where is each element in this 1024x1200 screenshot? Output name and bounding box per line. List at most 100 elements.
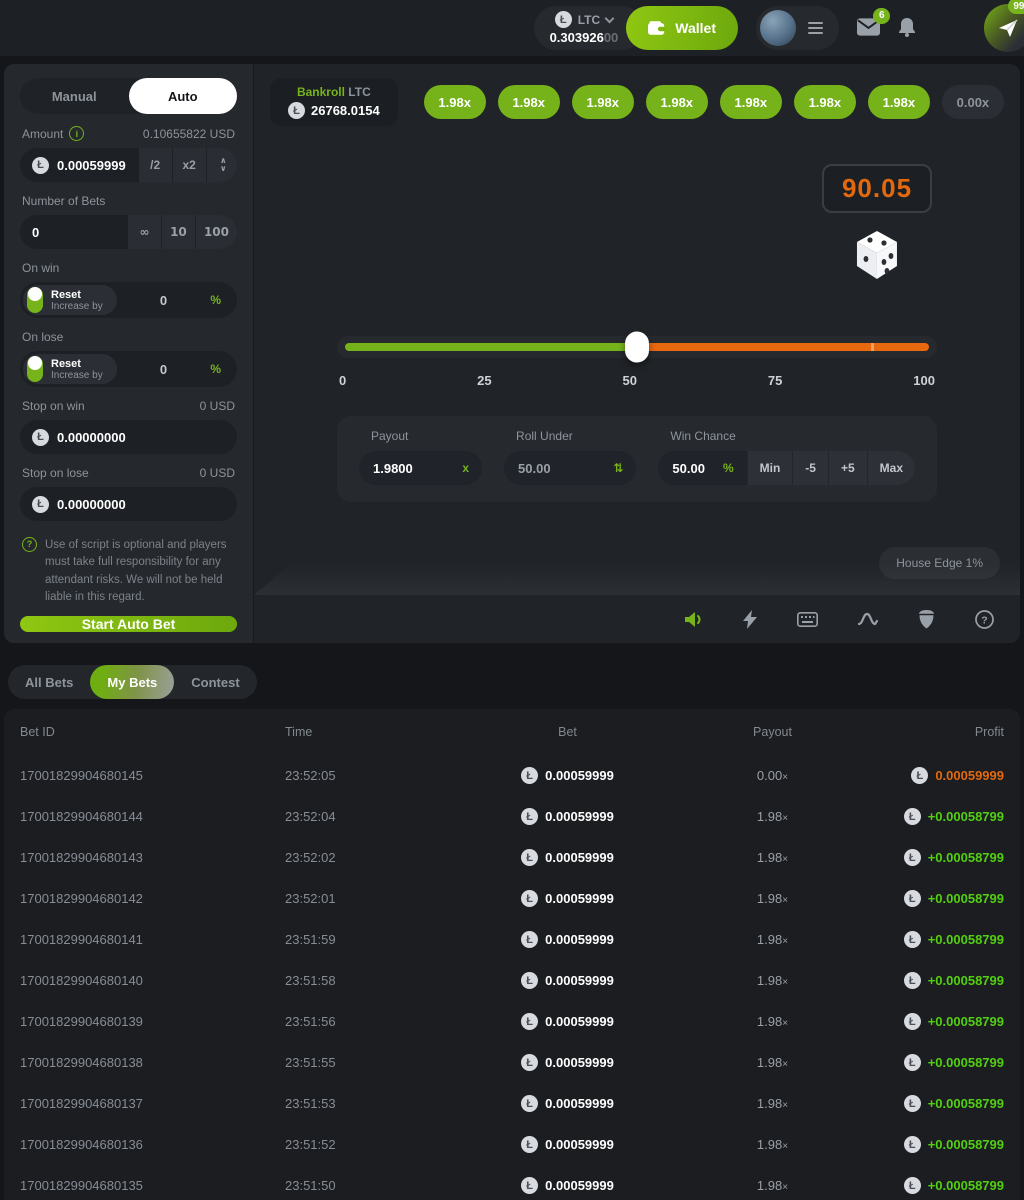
chat-button[interactable]: 99 <box>984 4 1024 52</box>
swap-icon[interactable]: ⇅ <box>609 451 636 485</box>
balance-amount: 0.30392600 <box>550 30 619 45</box>
lightning-icon <box>743 610 757 629</box>
bet-profit-value: +0.00058799 <box>928 1014 1004 1029</box>
tab-auto[interactable]: Auto <box>129 78 238 114</box>
ltc-coin-icon: Ł <box>904 1177 921 1194</box>
slider-tick-label: 50 <box>623 373 637 388</box>
half-amount-button[interactable]: /2 <box>138 148 172 182</box>
notifications-button[interactable] <box>898 17 916 40</box>
toggle-icon[interactable] <box>27 287 43 313</box>
wallet-button[interactable]: Wallet <box>626 6 738 50</box>
bet-amount: Ł0.00059999 <box>460 1095 675 1112</box>
mode-tabs: Manual Auto <box>20 78 237 114</box>
on-lose-label: On lose <box>22 330 63 344</box>
bet-id: 17001829904680144 <box>20 809 285 824</box>
double-amount-button[interactable]: x2 <box>172 148 206 182</box>
amount-input[interactable]: Ł 0.00059999 <box>20 148 138 182</box>
bet-preset-button[interactable]: 10 <box>161 215 195 249</box>
ltc-coin-icon: Ł <box>904 931 921 948</box>
bet-id: 17001829904680137 <box>20 1096 285 1111</box>
table-row[interactable]: 1700182990468014323:52:02Ł0.000599991.98… <box>4 837 1020 878</box>
win-chance-quick-button[interactable]: -5 <box>792 451 828 485</box>
hotkeys-button[interactable] <box>797 612 818 627</box>
on-lose-value[interactable]: 0 <box>117 362 211 377</box>
win-chance-quick-button[interactable]: Min <box>747 451 793 485</box>
dice-game-area: Bankroll LTC Ł 26768.0154 1.98x1.98x1.98… <box>254 64 1020 643</box>
chat-badge: 99 <box>1008 0 1024 14</box>
table-row[interactable]: 1700182990468013623:51:52Ł0.000599991.98… <box>4 1124 1020 1165</box>
tab-all-bets[interactable]: All Bets <box>8 665 90 699</box>
bet-profit: Ł0.00059999 <box>870 767 1004 784</box>
increase-by-label: Increase by <box>51 370 103 381</box>
bet-payout: 1.98× <box>675 1178 870 1193</box>
multiplier-symbol: × <box>782 854 788 865</box>
bet-profit-value: +0.00058799 <box>928 932 1004 947</box>
ltc-coin-icon: Ł <box>521 972 538 989</box>
tab-contest[interactable]: Contest <box>174 665 256 699</box>
bet-amount-value: 0.00059999 <box>545 1137 614 1152</box>
bet-id: 17001829904680141 <box>20 932 285 947</box>
info-icon[interactable]: i <box>69 126 84 141</box>
tab-manual[interactable]: Manual <box>20 78 129 114</box>
table-row[interactable]: 1700182990468014223:52:01Ł0.000599991.98… <box>4 878 1020 919</box>
multiplier-symbol: × <box>782 1100 788 1111</box>
tab-my-bets[interactable]: My Bets <box>90 665 174 699</box>
number-of-bets-input[interactable]: 0 <box>20 215 127 249</box>
win-chance-label: Win Chance <box>670 429 915 443</box>
stop-on-win-input[interactable]: Ł 0.00000000 <box>20 420 237 454</box>
slider-tick-label: 25 <box>477 373 491 388</box>
bet-preset-button[interactable]: ∞ <box>127 215 161 249</box>
win-chance-quick-button[interactable]: +5 <box>828 451 867 485</box>
slider-handle[interactable] <box>625 332 649 363</box>
turbo-button[interactable] <box>743 610 757 629</box>
table-row[interactable]: 1700182990468013723:51:53Ł0.000599991.98… <box>4 1083 1020 1124</box>
multiplier-symbol: × <box>782 1059 788 1070</box>
on-lose-toggle[interactable]: Reset Increase by <box>23 354 117 384</box>
bet-amount-value: 0.00059999 <box>545 768 614 783</box>
bet-amount-value: 0.00059999 <box>545 850 614 865</box>
bet-amount: Ł0.00059999 <box>460 931 675 948</box>
toggle-icon[interactable] <box>27 356 43 382</box>
bet-amount-value: 0.00059999 <box>545 1178 614 1193</box>
column-header: Bet ID <box>20 725 285 739</box>
bet-profit: Ł +0.00058799 <box>870 931 1004 948</box>
table-row[interactable]: 1700182990468014523:52:05Ł0.000599990.00… <box>4 755 1020 796</box>
profile-menu[interactable] <box>756 6 839 50</box>
table-row[interactable]: 1700182990468013923:51:56Ł0.000599991.98… <box>4 1001 1020 1042</box>
slider-track[interactable] <box>345 343 929 351</box>
fairness-button[interactable] <box>918 610 935 629</box>
win-chance-value[interactable]: 50.00 <box>658 451 719 485</box>
stop-on-lose-input[interactable]: Ł 0.00000000 <box>20 487 237 521</box>
sound-button[interactable] <box>684 611 703 628</box>
bet-preset-button[interactable]: 100 <box>195 215 237 249</box>
avatar[interactable] <box>760 10 796 46</box>
on-win-value[interactable]: 0 <box>117 293 211 308</box>
table-row[interactable]: 1700182990468014123:51:59Ł0.000599991.98… <box>4 919 1020 960</box>
amount-stepper[interactable]: ∧ ∨ <box>206 148 237 182</box>
on-lose-percent: % <box>210 362 234 376</box>
start-auto-bet-button[interactable]: Start Auto Bet <box>20 616 237 632</box>
win-chance-quick-button[interactable]: Max <box>867 451 915 485</box>
table-body: 1700182990468014523:52:05Ł0.000599990.00… <box>4 755 1020 1200</box>
history-chip: 1.98x <box>572 85 634 119</box>
bet-payout: 1.98× <box>675 1014 870 1029</box>
multiplier-symbol: × <box>782 813 788 824</box>
table-row[interactable]: 1700182990468014423:52:04Ł0.000599991.98… <box>4 796 1020 837</box>
payout-multiplier: 1.98 <box>757 1096 782 1111</box>
roll-slider[interactable] <box>337 336 937 358</box>
stats-button[interactable] <box>858 612 878 626</box>
roll-under-field[interactable]: 50.00 ⇅ <box>504 451 636 485</box>
on-win-toggle[interactable]: Reset Increase by <box>23 285 117 315</box>
table-row[interactable]: 1700182990468014023:51:58Ł0.000599991.98… <box>4 960 1020 1001</box>
bet-controls-sidebar: Manual Auto Amount i 0.10655822 USD Ł 0.… <box>4 64 254 643</box>
table-row[interactable]: 1700182990468013823:51:55Ł0.000599991.98… <box>4 1042 1020 1083</box>
bet-amount-value: 0.00059999 <box>545 932 614 947</box>
table-row[interactable]: 1700182990468013523:51:50Ł0.000599991.98… <box>4 1165 1020 1200</box>
column-header: Payout <box>675 725 870 739</box>
keyboard-icon <box>797 612 818 627</box>
step-down-icon[interactable]: ∨ <box>220 165 227 173</box>
help-button[interactable]: ? <box>975 610 994 629</box>
payout-field[interactable]: 1.9800 x <box>359 451 482 485</box>
messages-button[interactable]: 6 <box>857 18 880 39</box>
slider-tick-label: 0 <box>339 373 346 388</box>
